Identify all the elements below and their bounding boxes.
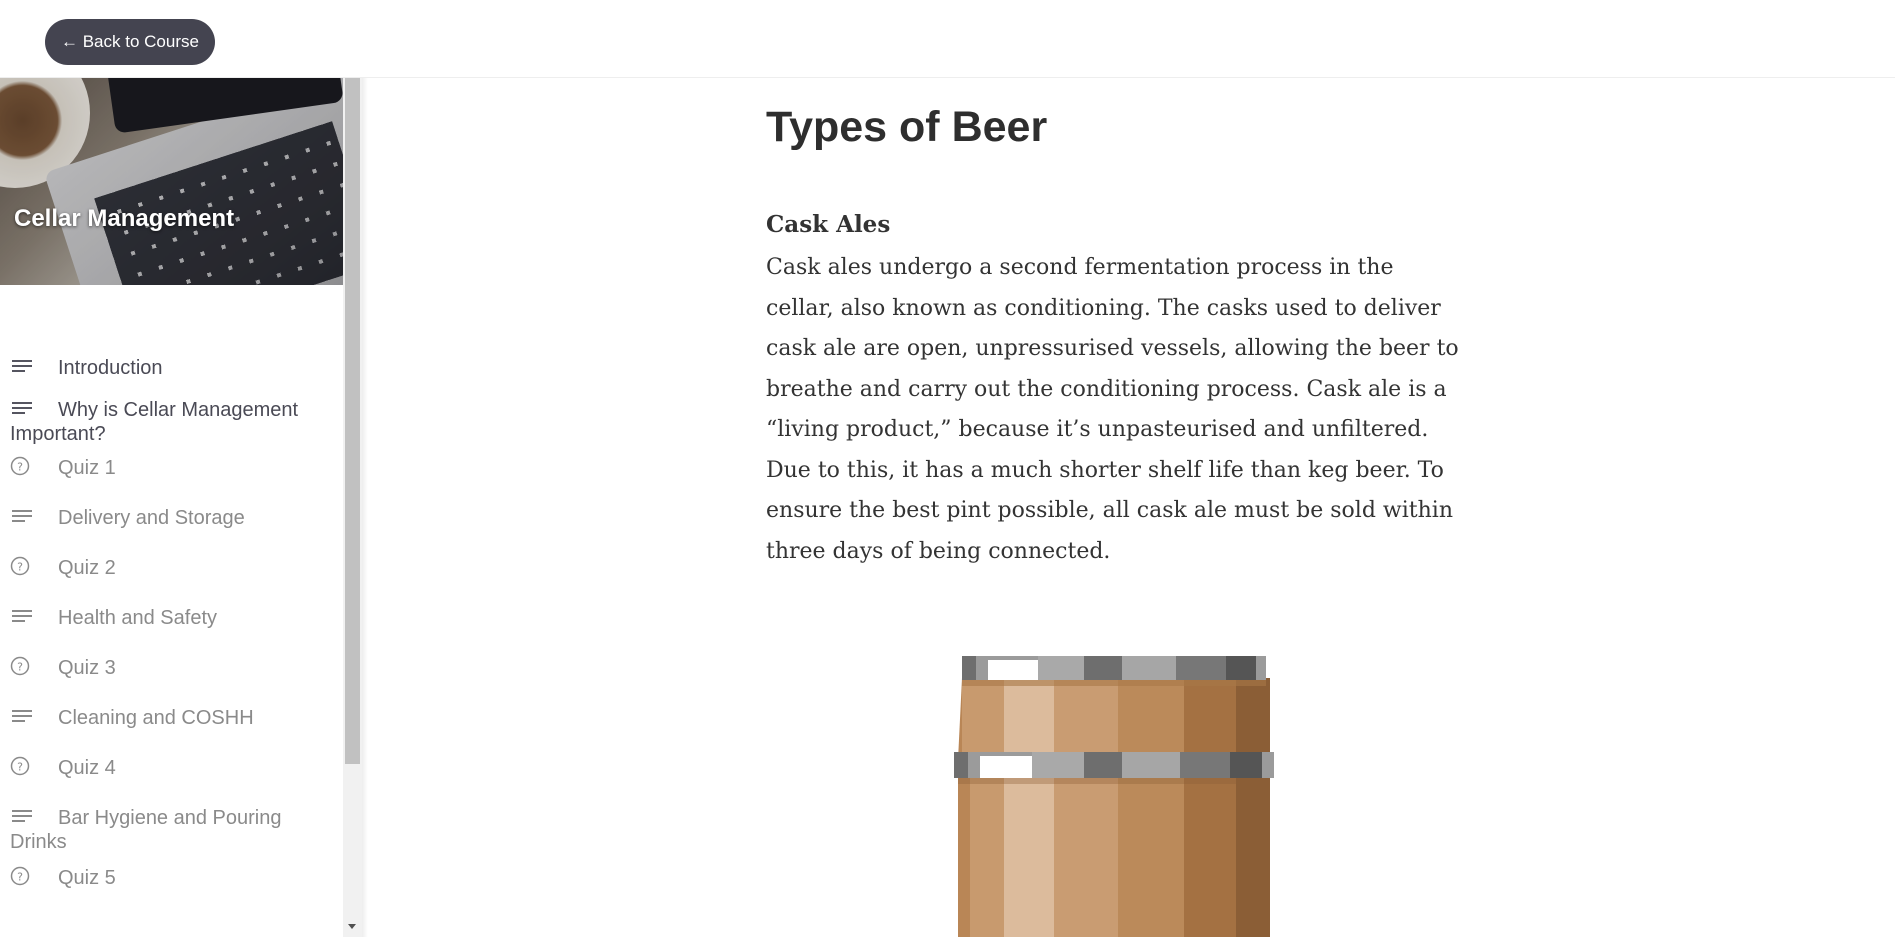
sidebar-item-bar-hygiene[interactable]: Bar Hygiene and Pouring Drinks <box>0 788 343 853</box>
sidebar-item-label: Health and Safety <box>58 607 217 629</box>
svg-text:?: ? <box>17 871 23 884</box>
sidebar-item-label: Introduction <box>58 357 163 379</box>
sidebar-item-label: Quiz 5 <box>58 867 116 889</box>
sidebar-scrollbar[interactable] <box>343 78 362 937</box>
question-circle-icon: ? <box>10 656 34 676</box>
barrel-illustration <box>954 656 1274 937</box>
sidebar-item-quiz-5[interactable]: ? Quiz 5 <box>0 848 343 898</box>
lesson-nav-list: Introduction Why is Cellar Management Im… <box>0 348 343 898</box>
top-bar: ← Back to Course <box>0 0 1895 78</box>
svg-text:?: ? <box>17 561 23 574</box>
sidebar-item-label: Quiz 2 <box>58 557 116 579</box>
svg-text:?: ? <box>17 661 23 674</box>
sidebar-item-label: Delivery and Storage <box>58 507 245 529</box>
sidebar-scroll-area[interactable]: Cellar Management Introduction Why is Ce… <box>0 78 343 937</box>
course-title: Cellar Management <box>14 205 235 232</box>
sidebar-item-label: Cleaning and COSHH <box>58 707 254 729</box>
page-title: Types of Beer <box>766 103 1048 151</box>
sidebar-item-label: Quiz 3 <box>58 657 116 679</box>
sidebar-item-cleaning-coshh[interactable]: Cleaning and COSHH <box>0 688 343 738</box>
text-lines-icon <box>10 806 34 826</box>
question-circle-icon: ? <box>10 866 34 886</box>
question-circle-icon: ? <box>10 456 34 476</box>
banner-overlay <box>0 78 343 285</box>
scrollbar-thumb[interactable] <box>345 78 360 764</box>
question-circle-icon: ? <box>10 556 34 576</box>
scroll-down-arrow-icon[interactable] <box>348 924 356 929</box>
sidebar-item-label: Quiz 4 <box>58 757 116 779</box>
section-heading: Cask Ales <box>766 211 891 238</box>
svg-text:?: ? <box>17 461 23 474</box>
sidebar-item-label: Bar Hygiene and Pouring Drinks <box>10 807 282 853</box>
svg-text:?: ? <box>17 761 23 774</box>
section-body-text: Cask ales undergo a second fermentation … <box>766 255 1459 564</box>
course-banner-image: Cellar Management <box>0 78 343 285</box>
sidebar-item-quiz-2[interactable]: ? Quiz 2 <box>0 538 343 588</box>
text-lines-icon <box>10 398 34 418</box>
sidebar-divider <box>362 78 368 937</box>
back-to-course-button[interactable]: ← Back to Course <box>45 19 215 65</box>
sidebar-item-health-safety[interactable]: Health and Safety <box>0 588 343 638</box>
sidebar-item-quiz-1[interactable]: ? Quiz 1 <box>0 438 343 488</box>
sidebar-item-delivery-storage[interactable]: Delivery and Storage <box>0 488 343 538</box>
sidebar-item-introduction[interactable]: Introduction <box>0 348 343 388</box>
sidebar-item-quiz-3[interactable]: ? Quiz 3 <box>0 638 343 688</box>
text-lines-icon <box>10 356 34 376</box>
question-circle-icon: ? <box>10 756 34 776</box>
sidebar-item-label: Quiz 1 <box>58 457 116 479</box>
sidebar-item-quiz-4[interactable]: ? Quiz 4 <box>0 738 343 788</box>
text-lines-icon <box>10 506 34 526</box>
course-sidebar: Cellar Management Introduction Why is Ce… <box>0 78 362 937</box>
sidebar-item-why-important[interactable]: Why is Cellar Management Important? <box>0 388 343 445</box>
text-lines-icon <box>10 606 34 626</box>
text-lines-icon <box>10 706 34 726</box>
